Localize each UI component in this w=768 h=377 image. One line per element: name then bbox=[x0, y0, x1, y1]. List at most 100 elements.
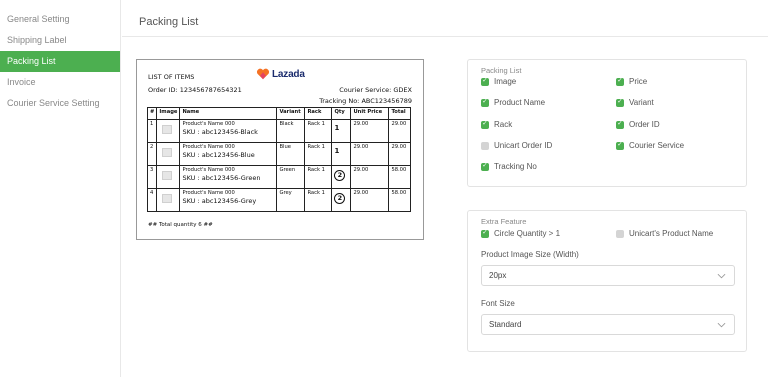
checkbox-checked-icon[interactable]: ✓ bbox=[481, 77, 489, 86]
checkbox-checked-icon[interactable]: ✓ bbox=[616, 98, 624, 107]
total-cell: 58.00 bbox=[388, 165, 412, 189]
option-product-name[interactable]: ✓ Product Name bbox=[481, 98, 545, 107]
checkbox-checked-icon[interactable]: ✓ bbox=[481, 229, 489, 238]
checkbox-checked-icon[interactable]: ✓ bbox=[481, 120, 489, 129]
product-name-cell: Product's Name 000 SKU : abc123456-Black bbox=[179, 119, 278, 143]
variant-cell: Green bbox=[276, 165, 306, 189]
product-sku: SKU : abc123456-Grey bbox=[182, 197, 257, 205]
product-image bbox=[156, 188, 181, 212]
column-header: Rack bbox=[304, 107, 333, 120]
qty-value: 1 bbox=[334, 147, 340, 155]
preview-order-id: Order ID: 123456787654321 bbox=[148, 86, 242, 94]
option-label: Circle Quantity > 1 bbox=[494, 229, 561, 238]
checkbox-unchecked-icon[interactable] bbox=[616, 229, 624, 238]
product-image bbox=[156, 165, 181, 189]
qty-cell: 1 bbox=[331, 119, 352, 143]
image-placeholder-icon bbox=[162, 148, 173, 157]
column-header: # bbox=[146, 107, 158, 120]
font-size-select[interactable]: Standard bbox=[481, 314, 735, 335]
option-circle-quantity[interactable]: ✓ Circle Quantity > 1 bbox=[481, 229, 560, 238]
product-sku: SKU : abc123456-Blue bbox=[182, 151, 255, 159]
qty-cell: 2 bbox=[331, 188, 352, 212]
page-title: Packing List bbox=[139, 16, 199, 28]
product-name: Product's Name 000 bbox=[182, 167, 235, 173]
column-header: Unit Price bbox=[350, 107, 390, 120]
option-price[interactable]: ✓ Price bbox=[616, 77, 647, 86]
product-name: Product's Name 000 bbox=[182, 144, 235, 150]
option-label: Courier Service bbox=[629, 141, 685, 150]
total-cell: 58.00 bbox=[388, 188, 412, 212]
option-label: Unicart's Product Name bbox=[629, 229, 714, 238]
sidebar-item-courier-service-setting[interactable]: Courier Service Setting bbox=[0, 93, 120, 114]
option-courier-service[interactable]: ✓ Courier Service bbox=[616, 141, 684, 150]
image-size-value: 20px bbox=[489, 271, 507, 280]
brand-logo: Lazada bbox=[256, 68, 305, 80]
rack-cell: Rack 1 bbox=[304, 188, 333, 212]
option-variant[interactable]: ✓ Variant bbox=[616, 98, 654, 107]
qty-circled-value: 2 bbox=[334, 170, 346, 181]
lazada-heart-icon bbox=[256, 68, 270, 80]
table-row: 4 Product's Name 000 SKU : abc123456-Grey… bbox=[146, 188, 412, 212]
total-quantity: ## Total quantity 6 ## bbox=[148, 222, 213, 228]
items-table: # Image Name Variant Rack Qty Unit Price… bbox=[146, 107, 412, 212]
sidebar-item-packing-list[interactable]: Packing List bbox=[0, 51, 120, 72]
checkbox-checked-icon[interactable]: ✓ bbox=[616, 141, 624, 150]
checkbox-checked-icon[interactable]: ✓ bbox=[616, 77, 624, 86]
option-label: Image bbox=[494, 77, 517, 86]
option-label: Order ID bbox=[629, 120, 660, 129]
option-rack[interactable]: ✓ Rack bbox=[481, 120, 512, 129]
main-content: Packing List LIST OF ITEMS Lazada Order … bbox=[122, 0, 768, 377]
unit-price-cell: 29.00 bbox=[350, 188, 390, 212]
option-unicart-product-name[interactable]: Unicart's Product Name bbox=[616, 229, 713, 238]
product-image bbox=[156, 142, 181, 166]
option-label: Rack bbox=[494, 120, 513, 129]
font-size-value: Standard bbox=[489, 320, 522, 329]
image-placeholder-icon bbox=[162, 171, 173, 180]
checkbox-unchecked-icon[interactable] bbox=[481, 141, 489, 150]
unit-price-cell: 29.00 bbox=[350, 165, 390, 189]
rack-cell: Rack 1 bbox=[304, 142, 333, 166]
option-unicart-order-id[interactable]: Unicart Order ID bbox=[481, 141, 552, 150]
packing-list-options-panel: Packing List ✓ Image ✓ Price ✓ Product Name… bbox=[467, 59, 747, 187]
preview-tracking-no: Tracking No: ABC123456789 bbox=[319, 97, 412, 105]
unit-price-cell: 29.00 bbox=[350, 119, 390, 143]
option-label: Tracking No bbox=[494, 162, 537, 171]
brand-name: Lazada bbox=[272, 68, 305, 80]
sidebar: General Setting Shipping Label Packing L… bbox=[0, 0, 121, 377]
total-cell: 29.00 bbox=[388, 142, 412, 166]
chevron-down-icon bbox=[717, 273, 726, 279]
product-image bbox=[156, 119, 181, 143]
option-tracking-no[interactable]: ✓ Tracking No bbox=[481, 162, 537, 171]
sidebar-item-invoice[interactable]: Invoice bbox=[0, 72, 120, 93]
column-header: Image bbox=[156, 107, 181, 120]
checkbox-checked-icon[interactable]: ✓ bbox=[481, 162, 489, 171]
qty-cell: 2 bbox=[331, 165, 352, 189]
title-divider bbox=[122, 36, 768, 37]
image-size-select[interactable]: 20px bbox=[481, 265, 735, 286]
option-label: Price bbox=[629, 77, 648, 86]
variant-cell: Black bbox=[276, 119, 306, 143]
qty-cell: 1 bbox=[331, 142, 352, 166]
option-order-id[interactable]: ✓ Order ID bbox=[616, 120, 660, 129]
rack-cell: Rack 1 bbox=[304, 165, 333, 189]
product-sku: SKU : abc123456-Black bbox=[182, 128, 258, 136]
panel-title: Packing List bbox=[481, 66, 522, 75]
chevron-down-icon bbox=[717, 322, 726, 328]
row-number: 3 bbox=[146, 165, 158, 189]
qty-value: 1 bbox=[334, 124, 340, 132]
product-name-cell: Product's Name 000 SKU : abc123456-Green bbox=[179, 165, 278, 189]
font-size-label: Font Size bbox=[481, 299, 515, 308]
packing-list-preview: LIST OF ITEMS Lazada Order ID: 123456787… bbox=[136, 59, 424, 240]
option-image[interactable]: ✓ Image bbox=[481, 77, 516, 86]
table-row: 1 Product's Name 000 SKU : abc123456-Blac… bbox=[146, 119, 412, 143]
checkbox-checked-icon[interactable]: ✓ bbox=[616, 120, 624, 129]
column-header: Name bbox=[179, 107, 278, 120]
table-header-row: # Image Name Variant Rack Qty Unit Price… bbox=[146, 107, 412, 120]
rack-cell: Rack 1 bbox=[304, 119, 333, 143]
row-number: 4 bbox=[146, 188, 158, 212]
sidebar-item-shipping-label[interactable]: Shipping Label bbox=[0, 30, 120, 51]
option-label: Product Name bbox=[494, 98, 546, 107]
table-row: 2 Product's Name 000 SKU : abc123456-Blue… bbox=[146, 142, 412, 166]
checkbox-checked-icon[interactable]: ✓ bbox=[481, 98, 489, 107]
sidebar-item-general-setting[interactable]: General Setting bbox=[0, 9, 120, 30]
